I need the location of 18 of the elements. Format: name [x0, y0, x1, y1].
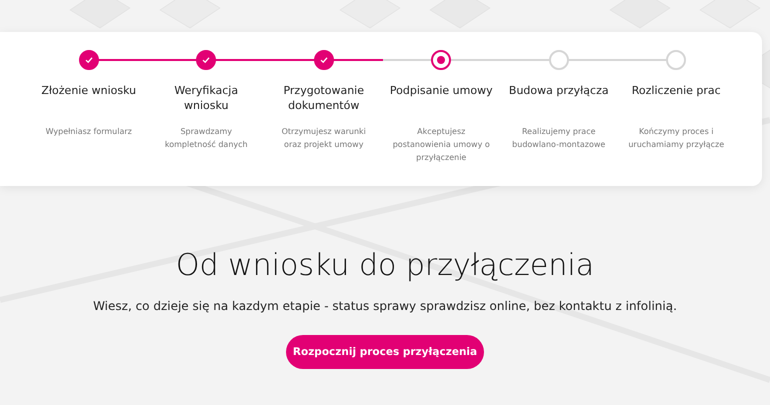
step-description: Realizujemy prace budowlano-montazowe [511, 126, 606, 151]
start-process-button[interactable]: Rozpocznij proces przyłączenia [286, 335, 484, 369]
check-icon [202, 56, 210, 64]
section-heading: Od wniosku do przyłączenia [176, 248, 594, 283]
step-title: Weryfikacja wniosku [173, 83, 240, 114]
check-icon [84, 56, 93, 64]
step-title: Rozliczenie prac [632, 83, 721, 99]
section-subtitle: Wiesz, co dzieje się na kazdym etapie - status sprawy sprawdzisz online, bez kontaktu z infolinią. [93, 299, 677, 313]
step-title: Przygotowanie dokumentów [282, 83, 366, 114]
step-title: Podpisanie umowy [390, 83, 493, 99]
check-icon [320, 56, 328, 64]
step-description: Wypełniasz formularz [46, 126, 132, 138]
step-description: Kończymy proces i uruchamiamy przyłącze [627, 126, 726, 151]
step-description: Sprawdzamy kompletność danych [164, 126, 249, 151]
step-description: Otrzymujesz warunki oraz projekt umowy [280, 126, 367, 151]
step-title: Budowa przyłącza [508, 83, 609, 99]
step-description: Akceptujesz postanowienia umowy o przyłączenie [392, 126, 491, 164]
step-title: Złożenie wniosku [41, 83, 136, 99]
